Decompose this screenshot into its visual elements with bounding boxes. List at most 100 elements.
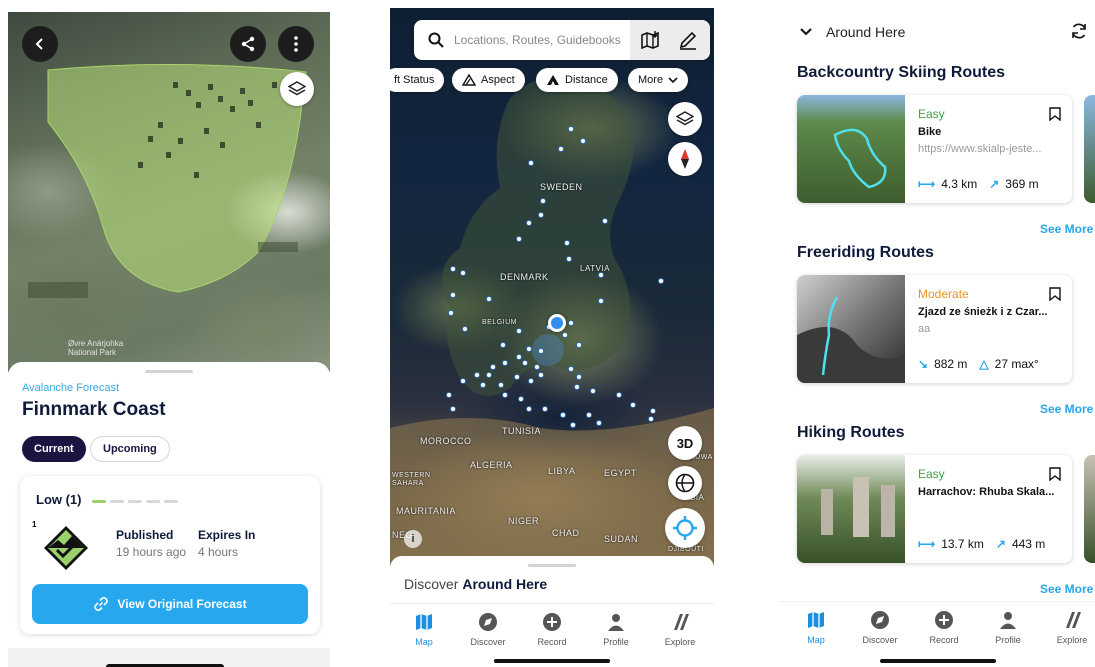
refresh-icon[interactable]: [1070, 22, 1088, 40]
toggle-3d-button[interactable]: 3D: [668, 426, 702, 460]
route-marker[interactable]: [538, 212, 544, 218]
route-marker[interactable]: [526, 346, 532, 352]
route-marker[interactable]: [542, 406, 548, 412]
route-marker[interactable]: [474, 372, 480, 378]
route-marker[interactable]: [616, 392, 622, 398]
see-more-backcountry[interactable]: See More: [1040, 222, 1093, 236]
discover-heading[interactable]: Discover Around Here: [404, 576, 547, 592]
route-marker[interactable]: [460, 270, 466, 276]
globe-button[interactable]: [668, 466, 702, 500]
route-marker[interactable]: [540, 198, 546, 204]
route-card-freeriding[interactable]: Moderate Zjazd ze śnieżk i z Czar... aa …: [797, 275, 1072, 383]
route-marker[interactable]: [490, 364, 496, 370]
tab-upcoming[interactable]: Upcoming: [90, 436, 170, 462]
route-marker[interactable]: [516, 328, 522, 334]
route-marker[interactable]: [576, 342, 582, 348]
around-here-header[interactable]: Around Here: [800, 24, 905, 40]
filter-chip-distance[interactable]: Distance: [536, 68, 618, 92]
route-marker[interactable]: [580, 138, 586, 144]
route-marker[interactable]: [564, 240, 570, 246]
sheet-grabber[interactable]: [528, 564, 576, 567]
route-marker[interactable]: [514, 374, 520, 380]
route-marker[interactable]: [590, 388, 596, 394]
route-marker[interactable]: [568, 126, 574, 132]
route-marker[interactable]: [658, 278, 664, 284]
tab-record[interactable]: Record: [520, 612, 584, 647]
tab-current[interactable]: Current: [22, 436, 86, 462]
view-original-forecast-button[interactable]: View Original Forecast: [32, 584, 308, 624]
tab-explore[interactable]: Explore: [1040, 610, 1095, 645]
search-bar[interactable]: Locations, Routes, Guidebooks: [414, 20, 710, 60]
route-marker[interactable]: [486, 372, 492, 378]
route-marker[interactable]: [502, 392, 508, 398]
route-marker[interactable]: [568, 366, 574, 372]
route-marker[interactable]: [462, 326, 468, 332]
route-marker[interactable]: [528, 378, 534, 384]
route-marker[interactable]: [602, 218, 608, 224]
route-marker[interactable]: [498, 382, 504, 388]
route-marker[interactable]: [502, 360, 508, 366]
locate-me-button[interactable]: [665, 508, 705, 548]
route-marker[interactable]: [558, 146, 564, 152]
back-button[interactable]: [22, 26, 58, 62]
current-location-marker[interactable]: [548, 314, 566, 332]
route-marker[interactable]: [518, 396, 524, 402]
route-marker[interactable]: [526, 406, 532, 412]
tab-profile[interactable]: Profile: [976, 610, 1040, 645]
route-marker[interactable]: [500, 342, 506, 348]
see-more-hiking[interactable]: See More: [1040, 582, 1093, 596]
filter-chip-status[interactable]: ft Status: [390, 68, 445, 92]
route-marker[interactable]: [480, 382, 486, 388]
bookmark-icon[interactable]: [1049, 287, 1061, 301]
europe-map[interactable]: SWEDEN DENMARK LATVIA BELGIUM MOROCCO TU…: [390, 8, 714, 568]
route-marker[interactable]: [528, 160, 534, 166]
route-marker[interactable]: [576, 374, 582, 380]
route-marker[interactable]: [534, 364, 540, 370]
route-marker[interactable]: [650, 408, 656, 414]
tab-explore[interactable]: Explore: [648, 612, 712, 647]
route-marker[interactable]: [648, 416, 654, 422]
route-marker[interactable]: [560, 412, 566, 418]
filter-chip-more[interactable]: More: [628, 68, 689, 92]
route-marker[interactable]: [562, 332, 568, 338]
info-icon[interactable]: i: [404, 530, 422, 548]
route-marker[interactable]: [630, 402, 636, 408]
search-input[interactable]: Locations, Routes, Guidebooks: [454, 33, 621, 47]
sheet-grabber[interactable]: [145, 370, 193, 373]
route-marker[interactable]: [486, 296, 492, 302]
tab-discover[interactable]: Discover: [456, 612, 520, 647]
route-marker[interactable]: [450, 292, 456, 298]
map-download-icon[interactable]: [640, 30, 660, 50]
filter-chip-aspect[interactable]: Aspect: [452, 68, 525, 92]
route-card-backcountry[interactable]: Easy Bike https://www.skialp-jeste... ⟼ 4…: [797, 95, 1072, 203]
tab-discover[interactable]: Discover: [848, 610, 912, 645]
tab-map[interactable]: Map: [784, 610, 848, 645]
route-marker[interactable]: [450, 406, 456, 412]
route-marker[interactable]: [516, 236, 522, 242]
route-marker[interactable]: [522, 360, 528, 366]
route-marker[interactable]: [574, 384, 580, 390]
compass-button[interactable]: [668, 142, 702, 176]
route-marker[interactable]: [570, 422, 576, 428]
layers-button[interactable]: [668, 102, 702, 136]
more-options-button[interactable]: [278, 26, 314, 62]
tab-map[interactable]: Map: [392, 612, 456, 647]
route-marker[interactable]: [566, 256, 572, 262]
route-marker[interactable]: [526, 220, 532, 226]
tab-profile[interactable]: Profile: [584, 612, 648, 647]
route-marker[interactable]: [516, 354, 522, 360]
route-marker[interactable]: [596, 420, 602, 426]
route-marker[interactable]: [446, 392, 452, 398]
see-more-freeriding[interactable]: See More: [1040, 402, 1093, 416]
forecast-map[interactable]: Øvre Anárjohka National Park: [8, 12, 330, 372]
share-button[interactable]: [230, 26, 266, 62]
pencil-icon[interactable]: [678, 30, 698, 50]
route-card-hiking[interactable]: Easy Harrachov: Rhuba Skala... ⟼ 13.7 km …: [797, 455, 1072, 563]
route-marker[interactable]: [538, 372, 544, 378]
route-marker[interactable]: [586, 412, 592, 418]
bookmark-icon[interactable]: [1049, 467, 1061, 481]
tab-record[interactable]: Record: [912, 610, 976, 645]
next-card-peek[interactable]: [1084, 95, 1095, 203]
route-marker[interactable]: [538, 348, 544, 354]
bookmark-icon[interactable]: [1049, 107, 1061, 121]
